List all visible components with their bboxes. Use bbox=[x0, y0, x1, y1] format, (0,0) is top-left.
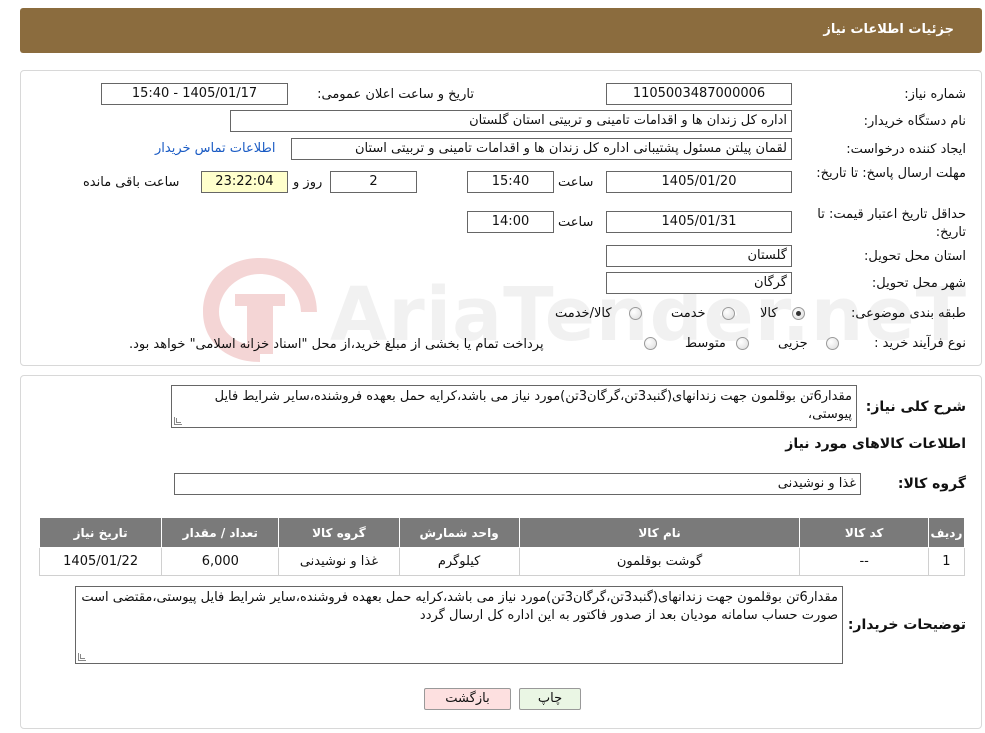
col-name-header: نام کالا bbox=[518, 517, 801, 548]
category-label: طبقه بندی موضوعی: bbox=[850, 306, 966, 321]
cell-qty: 6,000 bbox=[161, 547, 280, 576]
buyer-notes-textarea[interactable]: مقدار6تن بوقلمون جهت زندانهای(گنبد3تن،گر… bbox=[75, 586, 843, 664]
city-field: گرگان bbox=[606, 272, 792, 294]
process-label: نوع فرآیند خرید : bbox=[874, 336, 966, 351]
process-option-partial: جزیی bbox=[778, 336, 808, 351]
requester-field: لقمان پیلتن مسئول پشتیبانی اداره کل زندا… bbox=[291, 138, 792, 160]
deadline-label: مهلت ارسال پاسخ: تا تاریخ: bbox=[816, 166, 966, 181]
col-row-header: ردیف bbox=[927, 517, 966, 548]
buyer-contact-link[interactable]: اطلاعات تماس خریدار bbox=[155, 141, 275, 156]
col-code-header: کد کالا bbox=[799, 517, 929, 548]
col-date-header: تاریخ نیاز bbox=[38, 517, 163, 548]
process-radio-treasury[interactable] bbox=[644, 337, 657, 350]
page-title: جزئیات اطلاعات نیاز bbox=[823, 22, 954, 37]
announce-date-label: تاریخ و ساعت اعلان عمومی: bbox=[317, 87, 474, 102]
category-radio-goods-service[interactable] bbox=[629, 307, 642, 320]
deadline-time-field: 15:40 bbox=[467, 171, 554, 193]
category-radio-service[interactable] bbox=[722, 307, 735, 320]
goods-table: ردیف کد کالا نام کالا واحد شمارش گروه کا… bbox=[38, 517, 966, 576]
category-option-goods: کالا bbox=[760, 306, 778, 321]
col-qty-header: تعداد / مقدار bbox=[161, 517, 280, 548]
process-radio-partial[interactable] bbox=[826, 337, 839, 350]
col-unit-header: واحد شمارش bbox=[398, 517, 520, 548]
resize-handle-icon[interactable] bbox=[78, 653, 86, 661]
need-number-field: 1105003487000006 bbox=[606, 83, 792, 105]
province-label: استان محل تحویل: bbox=[864, 249, 966, 264]
requester-label: ایجاد کننده درخواست: bbox=[846, 142, 966, 157]
back-button[interactable]: بازگشت bbox=[424, 688, 511, 710]
buyer-org-field: اداره کل زندان ها و اقدامات تامینی و ترب… bbox=[230, 110, 792, 132]
summary-text: مقدار6تن بوقلمون جهت زندانهای(گنبد3تن،گر… bbox=[214, 389, 852, 422]
validity-time-field: 14:00 bbox=[467, 211, 554, 233]
summary-textarea[interactable]: مقدار6تن بوقلمون جهت زندانهای(گنبد3تن،گر… bbox=[171, 385, 857, 428]
goods-info-title: اطلاعات کالاهای مورد نیاز bbox=[785, 436, 966, 452]
cell-unit: کیلوگرم bbox=[398, 547, 520, 576]
days-label: روز و bbox=[293, 175, 323, 190]
cell-name: گوشت بوقلمون bbox=[518, 547, 801, 576]
table-header-row: ردیف کد کالا نام کالا واحد شمارش گروه کا… bbox=[38, 517, 966, 548]
category-option-goods-service: کالا/خدمت bbox=[555, 306, 612, 321]
remaining-time-field: 23:22:04 bbox=[201, 171, 288, 193]
cell-date: 1405/01/22 bbox=[38, 547, 163, 576]
buyer-notes-label: توضیحات خریدار: bbox=[847, 617, 966, 633]
deadline-date-field: 1405/01/20 bbox=[606, 171, 792, 193]
province-field: گلستان bbox=[606, 245, 792, 267]
print-button[interactable]: چاپ bbox=[519, 688, 581, 710]
validity-time-label: ساعت bbox=[558, 215, 594, 230]
category-option-service: خدمت bbox=[671, 306, 706, 321]
buyer-org-label: نام دستگاه خریدار: bbox=[863, 114, 966, 129]
buyer-notes-text: مقدار6تن بوقلمون جهت زندانهای(گنبد3تن،گر… bbox=[81, 590, 838, 623]
cell-row: 1 bbox=[927, 547, 966, 576]
summary-label: شرح کلی نیاز: bbox=[865, 399, 966, 415]
need-number-label: شماره نیاز: bbox=[904, 87, 966, 102]
category-radio-goods[interactable] bbox=[792, 307, 805, 320]
city-label: شهر محل تحویل: bbox=[871, 276, 966, 291]
resize-handle-icon[interactable] bbox=[174, 417, 182, 425]
remaining-label: ساعت باقی مانده bbox=[83, 175, 180, 190]
announce-date-field: 1405/01/17 - 15:40 bbox=[101, 83, 288, 105]
validity-date-field: 1405/01/31 bbox=[606, 211, 792, 233]
process-note: پرداخت تمام یا بخشی از مبلغ خرید،از محل … bbox=[129, 337, 544, 352]
process-option-medium: متوسط bbox=[685, 336, 726, 351]
col-group-header: گروه کالا bbox=[278, 517, 400, 548]
validity-label: حداقل تاریخ اعتبار قیمت: تا تاریخ: bbox=[817, 207, 966, 240]
process-radio-medium[interactable] bbox=[736, 337, 749, 350]
deadline-time-label: ساعت bbox=[558, 175, 594, 190]
goods-group-field: غذا و نوشیدنی bbox=[174, 473, 861, 495]
cell-code: -- bbox=[799, 547, 929, 576]
days-field: 2 bbox=[330, 171, 417, 193]
table-row[interactable]: 1 -- گوشت بوقلمون کیلوگرم غذا و نوشیدنی … bbox=[38, 547, 966, 576]
goods-group-label: گروه کالا: bbox=[897, 476, 966, 492]
page-header: جزئیات اطلاعات نیاز bbox=[20, 8, 982, 53]
cell-group: غذا و نوشیدنی bbox=[278, 547, 400, 576]
